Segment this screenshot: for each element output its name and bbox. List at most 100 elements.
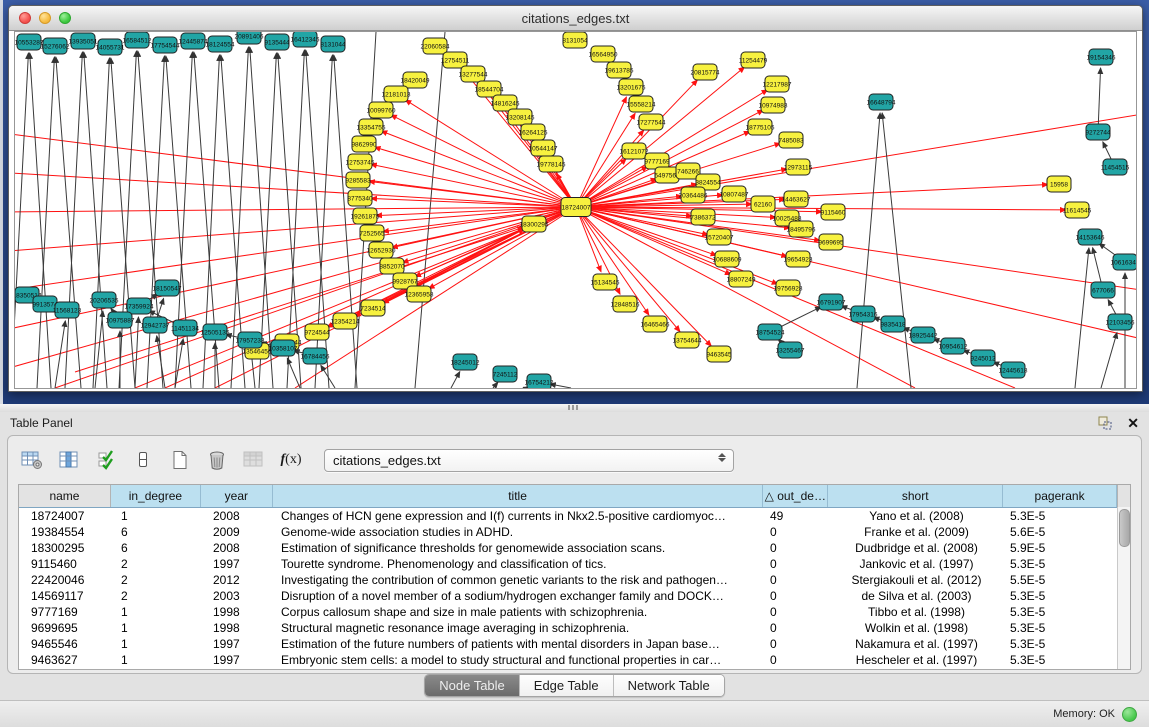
- graph-node[interactable]: 10688609: [713, 251, 742, 267]
- graph-edge[interactable]: [493, 382, 498, 388]
- graph-node[interactable]: 12365958: [405, 286, 434, 302]
- graph-node[interactable]: 13277544: [459, 66, 488, 82]
- graph-node[interactable]: 12445618: [999, 362, 1028, 378]
- graph-node[interactable]: 10553287: [15, 34, 44, 50]
- graph-node[interactable]: 10975887: [106, 312, 135, 328]
- graph-node[interactable]: 18754524: [756, 324, 785, 340]
- graph-edge[interactable]: [15, 53, 28, 388]
- graph-node[interactable]: 7252565: [359, 225, 385, 241]
- graph-node[interactable]: 15720407: [705, 229, 734, 245]
- graph-node[interactable]: 10616345: [1111, 254, 1136, 270]
- graph-node[interactable]: 18124554: [206, 36, 235, 52]
- graph-node[interactable]: 18495796: [787, 221, 816, 237]
- minimize-window-button[interactable]: [39, 12, 51, 24]
- graph-node[interactable]: 19654923: [784, 251, 813, 267]
- graph-node[interactable]: 19756928: [774, 280, 803, 296]
- graph-node[interactable]: 14153646: [1076, 229, 1105, 245]
- graph-node[interactable]: 10544147: [529, 140, 558, 156]
- function-builder-icon[interactable]: f(x): [279, 448, 303, 472]
- graph-node[interactable]: 12505135: [201, 324, 230, 340]
- graph-node[interactable]: 15558214: [627, 96, 656, 112]
- graph-node[interactable]: 12181013: [382, 86, 411, 102]
- graph-node[interactable]: 8131044: [320, 36, 346, 52]
- graph-edge[interactable]: [15, 132, 576, 207]
- graph-node[interactable]: 10099760: [367, 102, 396, 118]
- graph-node[interactable]: 18300295: [520, 216, 549, 232]
- graph-node[interactable]: 16465466: [641, 316, 670, 332]
- graph-edge[interactable]: [15, 207, 576, 212]
- graph-node[interactable]: 17954316: [849, 306, 878, 322]
- graph-node[interactable]: 13201675: [617, 79, 646, 95]
- graph-node[interactable]: 14463627: [782, 191, 811, 207]
- graph-node[interactable]: 9463545: [706, 346, 732, 362]
- graph-node[interactable]: 11614545: [1063, 202, 1092, 218]
- graph-node[interactable]: 18775105: [746, 119, 775, 135]
- graph-node[interactable]: 677066: [1091, 282, 1115, 298]
- graph-node[interactable]: 19261875: [351, 208, 380, 224]
- graph-node[interactable]: 16784456: [301, 348, 330, 364]
- graph-edge[interactable]: [147, 56, 164, 388]
- graph-node[interactable]: 19154346: [1087, 49, 1116, 65]
- graph-node[interactable]: 8131054: [562, 32, 588, 48]
- network-view-canvas[interactable]: 1872400718300295184200491218101310099760…: [14, 31, 1137, 389]
- graph-edge[interactable]: [576, 113, 635, 207]
- show-columns-icon[interactable]: [57, 448, 81, 472]
- table-row[interactable]: 1938455462009Genome-wide association stu…: [19, 524, 1130, 540]
- tab-edge-table[interactable]: Edge Table: [520, 675, 614, 696]
- table-row[interactable]: 946362711997Embryonic stem cells: a mode…: [19, 652, 1130, 668]
- graph-node[interactable]: 19778145: [537, 156, 566, 172]
- graph-node[interactable]: 9862990: [351, 136, 377, 152]
- graph-node[interactable]: 9115460: [821, 204, 846, 220]
- create-column-icon[interactable]: [168, 448, 192, 472]
- column-header-3[interactable]: title: [273, 485, 764, 507]
- graph-node[interactable]: 16584512: [123, 32, 152, 48]
- graph-node[interactable]: 12103456: [1106, 314, 1135, 330]
- graph-node[interactable]: 7485083: [778, 132, 804, 148]
- network-window-titlebar[interactable]: citations_edges.txt: [9, 6, 1142, 31]
- graph-node[interactable]: 9835418: [880, 316, 906, 332]
- graph-node[interactable]: 12354214: [331, 313, 360, 329]
- table-options-icon[interactable]: [20, 448, 44, 472]
- table-row[interactable]: 946554611997Estimation of the future num…: [19, 636, 1130, 652]
- graph-node[interactable]: 16754212: [525, 374, 554, 388]
- graph-node[interactable]: 12942737: [141, 317, 170, 333]
- graph-edge[interactable]: [175, 52, 192, 388]
- graph-node[interactable]: 10358107: [269, 340, 298, 356]
- graph-node[interactable]: 9699695: [818, 234, 844, 250]
- graph-node[interactable]: 10974983: [759, 97, 788, 113]
- graph-node[interactable]: 17957233: [236, 332, 265, 348]
- graph-node[interactable]: 13935051: [69, 33, 98, 49]
- graph-node[interactable]: 9272744: [1085, 124, 1111, 140]
- table-select-dropdown[interactable]: citations_edges.txt: [324, 449, 734, 472]
- graph-node[interactable]: 17754544: [151, 37, 180, 53]
- row-height-icon[interactable]: [131, 448, 155, 472]
- graph-node[interactable]: 7245112: [493, 366, 518, 382]
- graph-edge[interactable]: [1101, 333, 1117, 388]
- graph-edge[interactable]: [138, 51, 163, 388]
- graph-node[interactable]: 9245012: [970, 350, 996, 366]
- graph-edge[interactable]: [1098, 68, 1101, 132]
- graph-node[interactable]: 7234514: [360, 300, 386, 316]
- zoom-window-button[interactable]: [59, 12, 71, 24]
- graph-node[interactable]: 9135444: [264, 34, 290, 50]
- graph-node[interactable]: 18724007: [561, 198, 591, 217]
- graph-node[interactable]: 15958: [1047, 176, 1071, 192]
- graph-edge[interactable]: [402, 207, 576, 263]
- graph-edge[interactable]: [56, 57, 81, 388]
- scrollbar-thumb[interactable]: [1119, 509, 1130, 547]
- graph-node[interactable]: 14055731: [96, 39, 125, 55]
- graph-node[interactable]: 8775340: [347, 190, 373, 206]
- graph-node[interactable]: 8852070: [379, 258, 405, 274]
- graph-node[interactable]: 16564950: [589, 46, 618, 62]
- graph-node[interactable]: 11451134: [171, 320, 199, 336]
- graph-node[interactable]: 9724544: [304, 324, 330, 340]
- graph-node[interactable]: 12973115: [784, 159, 813, 175]
- graph-node[interactable]: 12753745: [346, 154, 375, 170]
- graph-node[interactable]: 20891406: [235, 32, 264, 44]
- column-header-4[interactable]: △ out_de…: [763, 485, 828, 507]
- column-header-1[interactable]: in_degree: [111, 485, 201, 507]
- graph-node[interactable]: 17277544: [637, 114, 666, 130]
- graph-node[interactable]: 15134545: [591, 274, 620, 290]
- graph-edge[interactable]: [295, 207, 576, 388]
- divider-grip-icon[interactable]: [568, 405, 580, 410]
